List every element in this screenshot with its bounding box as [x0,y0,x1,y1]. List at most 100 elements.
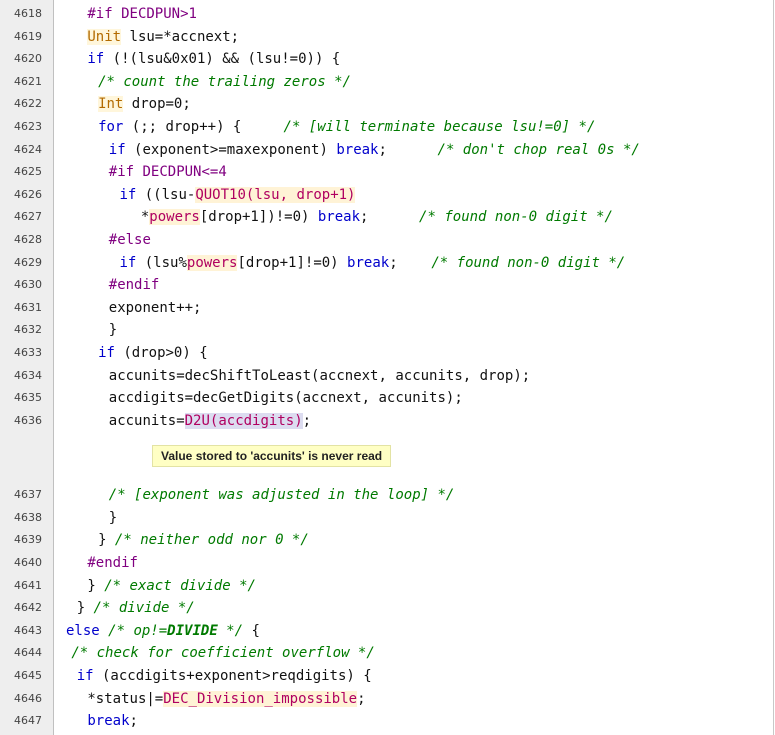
code-line: 4630 #endif [0,274,774,297]
code-line: 4635 accdigits=decGetDigits(accnext, accu… [0,387,774,410]
code-line: 4629 if (lsu%powers[drop+1]!=0) break; /*… [0,252,774,275]
code-token: #endif [87,555,138,572]
line-number: 4629 [14,255,42,269]
code-token: } [98,532,115,549]
line-number: 4628 [14,232,42,246]
line-code: if ((lsu-QUOT10(lsu, drop+1) [119,184,356,207]
code-token: (!(lsu&0x01) && (lsu!=0)) { [104,51,341,68]
line-number: 4618 [14,7,42,20]
code-token: #else [108,231,151,248]
code-token: } [87,577,105,594]
code-token: if [108,141,126,158]
code-line: 4618 #if DECDPUN>1 [0,3,774,26]
code-token: ; [129,713,138,730]
line-code: } [109,507,117,530]
line-code: #else [109,229,151,252]
line-code: #endif [87,552,138,575]
line-number: 4643 [14,623,42,637]
line-code: *status|=DEC_Division_impossible; [87,688,366,711]
code-token: /* divide */ [93,600,195,617]
code-token: exponent++; [108,299,202,316]
code-line: 4644 /* check for coefficient overflow */ [0,642,774,665]
code-token: accdigits=decGetDigits(accnext, accunits… [108,390,463,407]
code-line: 4636 accunits=D2U(accdigits); [0,410,774,433]
code-line: 4647 break; [0,710,774,733]
code-line: 4625 #if DECDPUN<=4 [0,161,774,184]
code-token: (lsu% [136,254,187,271]
line-number: 4634 [14,368,42,382]
code-token: D2U(accdigits) [184,412,303,429]
code-line: 4633 if (drop>0) { [0,342,774,365]
code-token: else [66,622,100,639]
line-code: accunits=D2U(accdigits); [109,410,311,433]
line-code: if (lsu%powers[drop+1]!=0) break; /* fou… [119,252,625,275]
line-code: Unit lsu=*accnext; [87,26,239,49]
code-token: ; [389,254,432,271]
code-viewer: 4618 #if DECDPUN>1 4619 Unit lsu=*accnext; 4… [0,0,774,735]
line-number: 4619 [14,29,42,43]
code-line: 4641} /* exact divide */ [0,575,774,598]
line-code: if (drop>0) { [98,342,208,365]
code-token: break [336,141,379,158]
code-token: Unit [87,28,122,45]
code-line: 4640 #endif [0,552,774,575]
code-line: 4638} [0,507,774,530]
source-lines: 4618 #if DECDPUN>1 4619 Unit lsu=*accnext; 4… [0,3,774,733]
code-token: } [76,600,94,617]
code-line: 4619 Unit lsu=*accnext; [0,26,774,49]
code-token: if [87,51,105,68]
code-token: [drop+1])!=0) [199,209,318,226]
line-code: if (exponent>=maxexponent) break; /* don… [109,139,640,162]
code-token: lsu=*accnext; [121,28,240,45]
line-number: 4635 [14,391,42,405]
code-token: ((lsu- [136,186,196,203]
code-line: 4623 for (;; drop++) { /* [will terminate… [0,116,774,139]
code-token: /* found non-0 digit */ [431,254,626,271]
line-number: 4626 [14,187,42,201]
line-number: 4627 [14,210,42,224]
code-token: accunits= [108,412,185,429]
code-token: /* neither odd nor 0 */ [114,532,309,549]
line-code: } [109,319,117,342]
line-number: 4630 [14,278,42,292]
code-line: 4645 if (accdigits+exponent>reqdigits) { [0,665,774,688]
line-number: 4637 [14,488,42,502]
line-code: } /* exact divide */ [87,575,256,598]
line-code: /* check for coefficient overflow */ [71,642,374,665]
line-code: accdigits=decGetDigits(accnext, accunits… [109,387,463,410]
line-code: accunits=decShiftToLeast(accnext, accuni… [109,365,530,388]
code-token: break [317,209,361,226]
code-line: 4620 if (!(lsu&0x01) && (lsu!=0)) { [0,48,774,71]
line-number: 4622 [14,97,42,111]
line-code: if (!(lsu&0x01) && (lsu!=0)) { [87,48,340,71]
line-code: #endif [109,274,160,297]
code-line: 4626 if ((lsu-QUOT10(lsu, drop+1) [0,184,774,207]
code-token: ; [378,141,438,158]
code-token: /* don't chop real 0s */ [437,141,640,158]
line-code: } /* divide */ [77,597,195,620]
line-number: 4640 [14,556,42,570]
code-token: (exponent>=maxexponent) [125,141,337,158]
code-token: powers [186,254,238,271]
code-token: { [243,622,260,639]
code-token: /* found non-0 digit */ [419,209,613,226]
code-line: 4642} /* divide */ [0,597,774,620]
analyzer-note-row: Value stored to 'accunits' is never read [0,432,774,484]
code-token: for [98,118,124,135]
code-token: DEC_Division_impossible [163,690,358,707]
line-number: 4633 [14,345,42,359]
code-token: (accdigits+exponent>reqdigits) { [93,668,372,685]
line-code: else /* op!=DIVIDE */ { [66,620,260,643]
line-number: 4639 [14,533,42,547]
code-line: 4632} [0,319,774,342]
code-line: 4639} /* neither odd nor 0 */ [0,529,774,552]
line-code: /* count the trailing zeros */ [98,71,351,94]
line-number: 4647 [14,714,42,728]
line-code: break; [87,710,138,733]
line-number: 4644 [14,646,42,660]
code-token: (drop>0) { [114,344,208,361]
code-line: 4624 if (exponent>=maxexponent) break; /*… [0,139,774,162]
line-code: Int drop=0; [98,93,191,116]
code-token: DIVIDE [167,622,218,639]
